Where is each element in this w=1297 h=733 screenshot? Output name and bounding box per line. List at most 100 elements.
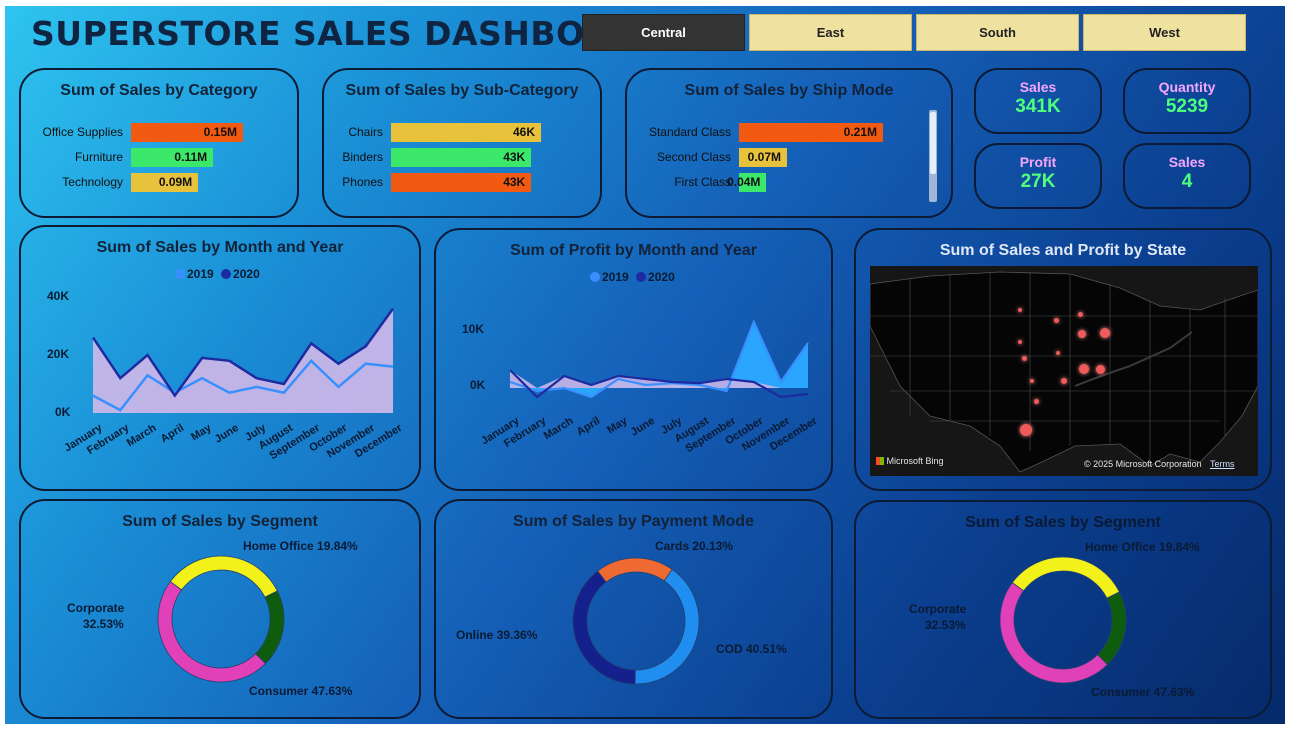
- bar-label: Chairs: [348, 125, 383, 139]
- donut-slice: [634, 568, 700, 685]
- map-bubble[interactable]: [1030, 379, 1034, 383]
- x-tick-label: March: [541, 414, 576, 443]
- x-tick-label: June: [212, 421, 241, 446]
- bar-value-label: 0.04M: [727, 175, 761, 189]
- payment-chart-title: Sum of Sales by Payment Mode: [513, 513, 754, 530]
- category-chart-title: Sum of Sales by Category: [60, 82, 258, 99]
- sales-month-chart-title: Sum of Sales by Month and Year: [96, 239, 344, 256]
- legend-2020-marker: [221, 269, 232, 279]
- x-tick-label: April: [574, 414, 603, 439]
- bar-label: Office Supplies: [42, 125, 124, 139]
- sales-y-tick-40k: 40K: [47, 289, 70, 303]
- state-map-title: Sum of Sales and Profit by State: [939, 242, 1187, 259]
- map-bubble[interactable]: [1020, 424, 1032, 436]
- segment-label-corporate-pct: 32.53%: [925, 618, 966, 632]
- subcategory-chart-card[interactable]: Sum of Sales by Sub-Category Chairs 46K Bi…: [322, 68, 602, 218]
- segment-chart-card-1[interactable]: Sum of Sales by Segment Home Office 19.8…: [19, 499, 421, 719]
- map-bubble[interactable]: [1018, 308, 1022, 312]
- state-map[interactable]: Microsoft Bing © 2025 Microsoft Corporat…: [870, 266, 1258, 476]
- kpi-quantity: Quantity 5239: [1123, 68, 1251, 134]
- legend-2019-marker: [175, 269, 185, 279]
- bar-row[interactable]: Technology 0.09M: [62, 173, 199, 193]
- bar-value-label: 43K: [503, 175, 526, 189]
- map-bubble[interactable]: [1079, 364, 1089, 374]
- microsoft-logo-icon: [876, 457, 884, 465]
- shipmode-scrollbar[interactable]: [929, 110, 937, 202]
- bar-value-label: 0.11M: [174, 150, 208, 164]
- bar-row[interactable]: Phones 43K: [342, 173, 532, 193]
- sales-month-plot: [91, 307, 395, 413]
- map-bubble[interactable]: [1056, 351, 1060, 355]
- bar-row[interactable]: Standard Class 0.21M: [649, 123, 883, 143]
- bar-label: Furniture: [74, 150, 123, 164]
- bar-label: First Class: [674, 175, 731, 189]
- kpi-sales-count-value: 4: [1181, 171, 1193, 192]
- segment-donut-1[interactable]: [155, 553, 287, 685]
- sales-month-chart-card[interactable]: Sum of Sales by Month and Year 2019 2020…: [19, 225, 421, 491]
- bar-value-label: 43K: [503, 150, 526, 164]
- kpi-sales-value: 341K: [1015, 96, 1061, 117]
- payment-donut[interactable]: [570, 555, 702, 687]
- segment-chart-card-2[interactable]: Sum of Sales by Segment Home Office 19.8…: [854, 500, 1272, 719]
- profit-y-tick-0k: 0K: [470, 378, 486, 392]
- dashboard-canvas: SUPERSTORE SALES DASHBOARD Central East …: [5, 6, 1285, 724]
- shipmode-scroll-thumb[interactable]: [930, 112, 936, 174]
- bar-label: Binders: [342, 150, 383, 164]
- bar-row[interactable]: Furniture 0.11M: [75, 148, 214, 168]
- map-attribution: Microsoft Bing: [876, 456, 944, 466]
- map-bubble[interactable]: [1078, 330, 1086, 338]
- region-slicer-central[interactable]: Central: [582, 14, 745, 51]
- map-bubble[interactable]: [1022, 356, 1027, 361]
- sales-y-tick-20k: 20K: [47, 347, 70, 361]
- bar-value-label: 0.21M: [843, 125, 877, 139]
- map-bubble[interactable]: [1078, 312, 1083, 317]
- segment-label-home-office: Home Office 19.84%: [1085, 540, 1200, 554]
- map-land-outline: [870, 271, 1258, 473]
- profit-month-chart-card[interactable]: Sum of Profit by Month and Year 2019 202…: [434, 228, 833, 491]
- segment-label-corporate-pct: 32.53%: [83, 617, 124, 631]
- bar-label: Phones: [342, 175, 383, 189]
- x-tick-label: June: [628, 414, 657, 439]
- payment-chart-card[interactable]: Sum of Sales by Payment Mode Cards 20.13…: [434, 499, 833, 719]
- legend-2020-label: 2020: [233, 267, 260, 281]
- kpi-sales-count: Sales 4: [1123, 143, 1251, 209]
- bar-row[interactable]: Office Supplies 0.15M: [43, 123, 243, 143]
- segment-donut-2[interactable]: [997, 554, 1129, 686]
- kpi-profit-value: 27K: [1020, 171, 1056, 192]
- profit-month-legend: 2019 2020: [590, 270, 675, 284]
- segment-chart-title-1: Sum of Sales by Segment: [122, 513, 318, 530]
- bar-row[interactable]: Chairs 46K: [348, 123, 541, 143]
- map-terms-link[interactable]: Terms: [1210, 459, 1235, 469]
- segment-label-consumer: Consumer 47.63%: [1091, 685, 1195, 699]
- map-bubble[interactable]: [1096, 365, 1105, 374]
- region-slicer-west[interactable]: West: [1083, 14, 1246, 51]
- bar-row[interactable]: Binders 43K: [342, 148, 532, 168]
- profit-month-chart-title: Sum of Profit by Month and Year: [510, 242, 757, 259]
- donut-slice: [597, 557, 673, 583]
- kpi-sales-label: Sales: [1019, 79, 1057, 95]
- bar-label: Second Class: [656, 150, 731, 164]
- kpi-quantity-value: 5239: [1165, 96, 1209, 117]
- donut-slice: [999, 581, 1109, 684]
- bar-row[interactable]: Second Class 0.07M: [657, 148, 787, 168]
- profit-y-tick-10k: 10K: [462, 322, 485, 336]
- map-bubble[interactable]: [1100, 328, 1110, 338]
- map-bubble[interactable]: [1054, 318, 1059, 323]
- map-bubble[interactable]: [1061, 378, 1067, 384]
- shipmode-chart-card[interactable]: Sum of Sales by Ship Mode Standard Class…: [625, 68, 953, 218]
- region-slicer-east[interactable]: East: [749, 14, 912, 51]
- donut-slice: [255, 590, 285, 665]
- state-map-card[interactable]: Sum of Sales and Profit by State Microso…: [854, 228, 1272, 491]
- map-bubble[interactable]: [1018, 340, 1022, 344]
- subcategory-chart-title: Sum of Sales by Sub-Category: [345, 82, 579, 99]
- region-slicer-south[interactable]: South: [916, 14, 1079, 51]
- category-chart-card[interactable]: Sum of Sales by Category Office Supplies…: [19, 68, 299, 218]
- bar-value-label: 0.09M: [158, 175, 193, 189]
- legend-2020-marker: [636, 272, 647, 282]
- bar-row[interactable]: First Class 0.04M: [674, 173, 767, 193]
- sales-y-tick-0k: 0K: [55, 405, 71, 419]
- kpi-profit-label: Profit: [1019, 154, 1057, 170]
- bar-label: Standard Class: [648, 125, 731, 139]
- map-bubble[interactable]: [1034, 399, 1039, 404]
- kpi-quantity-label: Quantity: [1158, 79, 1216, 95]
